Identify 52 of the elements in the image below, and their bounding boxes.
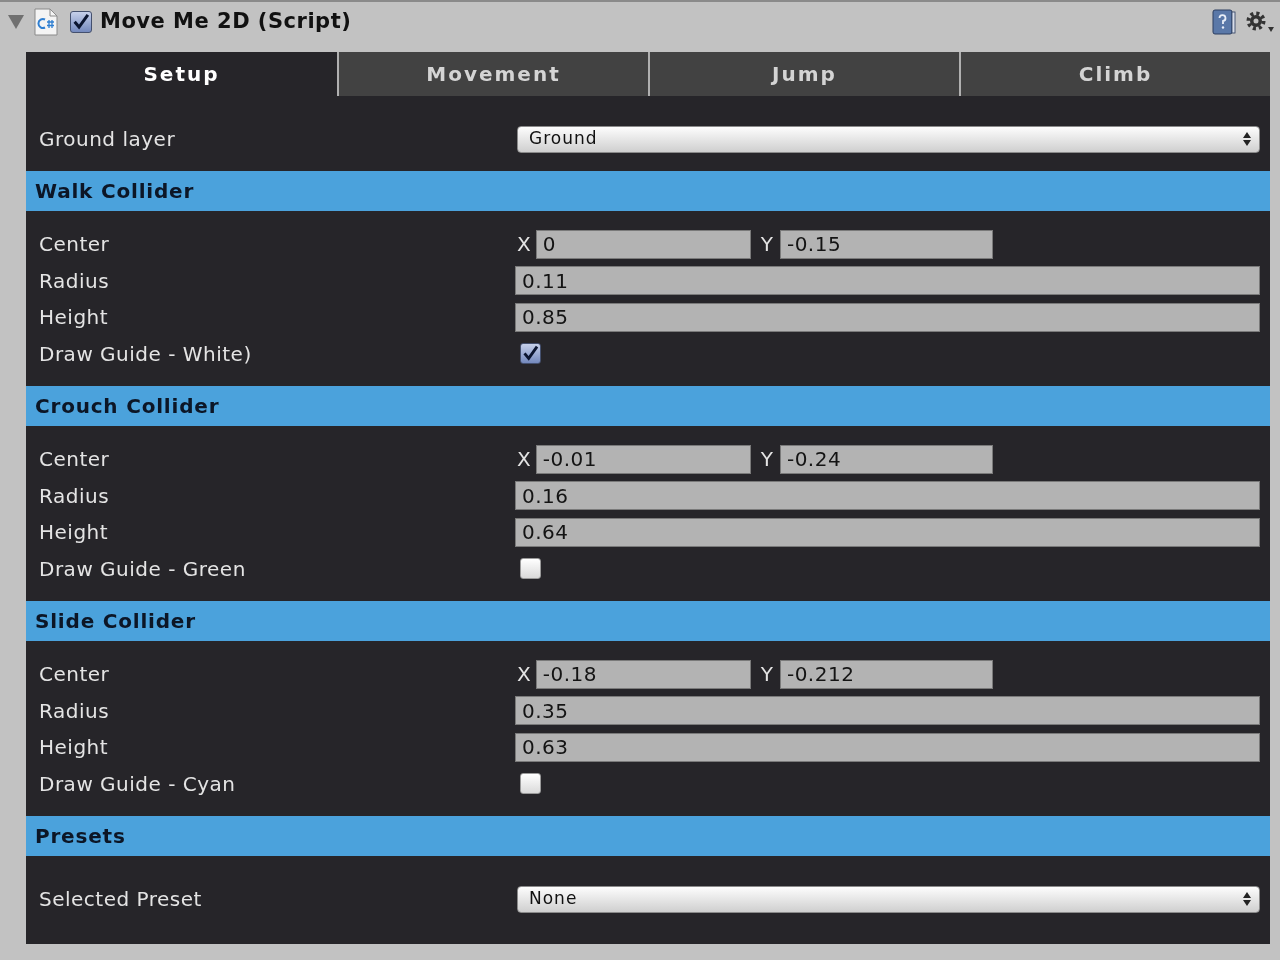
gear-icon[interactable]: [1246, 11, 1274, 33]
field-label: Height: [38, 734, 110, 762]
section-header: Walk Collider: [26, 171, 1270, 211]
number-field[interactable]: 0.63: [515, 732, 1260, 762]
field-label: Height: [38, 304, 110, 332]
axis-label: X: [517, 661, 531, 689]
field-label: Selected Preset: [38, 886, 203, 913]
number-field[interactable]: -0.212: [779, 659, 993, 689]
field-label: Radius: [38, 697, 111, 725]
section-header: Slide Collider: [26, 601, 1270, 641]
script-file-icon: [34, 8, 58, 36]
field-label: Center: [38, 231, 111, 259]
section-header: Presets: [26, 816, 1270, 856]
number-field[interactable]: 0.35: [515, 696, 1260, 726]
section-header: Crouch Collider: [26, 386, 1270, 426]
number-field[interactable]: -0.18: [535, 659, 751, 689]
tab[interactable]: Jump: [648, 52, 959, 96]
help-book-icon[interactable]: [1212, 9, 1236, 35]
field-label: Height: [38, 519, 110, 547]
axis-label: X: [517, 446, 531, 474]
number-field[interactable]: -0.15: [779, 229, 993, 259]
field-label: Draw Guide - White): [38, 340, 253, 368]
number-field[interactable]: 0.11: [515, 266, 1260, 296]
number-field[interactable]: 0: [535, 229, 751, 259]
field-label: Radius: [38, 482, 111, 510]
field-label: Center: [38, 446, 111, 474]
dropdown[interactable]: Ground: [517, 125, 1260, 153]
number-field[interactable]: 0.16: [515, 481, 1260, 511]
axis-label: X: [517, 231, 531, 259]
field-label: Draw Guide - Cyan: [38, 770, 237, 798]
number-field[interactable]: -0.01: [535, 444, 751, 474]
axis-label: Y: [760, 661, 773, 689]
axis-label: Y: [760, 231, 773, 259]
tab[interactable]: Movement: [337, 52, 648, 96]
checkbox[interactable]: [520, 558, 541, 580]
field-label: Radius: [38, 267, 111, 295]
tab[interactable]: Climb: [959, 52, 1270, 96]
foldout-triangle-icon[interactable]: [8, 15, 24, 29]
field-label: Draw Guide - Green: [38, 555, 247, 583]
number-field[interactable]: 0.64: [515, 517, 1260, 547]
axis-label: Y: [760, 446, 773, 474]
checkbox[interactable]: [520, 773, 541, 795]
field-label: Ground layer: [38, 126, 177, 153]
updown-arrows-icon: [1243, 132, 1251, 146]
checkbox[interactable]: [520, 343, 541, 365]
number-field[interactable]: -0.24: [779, 444, 993, 474]
component-title: Move Me 2D (Script): [100, 8, 352, 36]
dropdown[interactable]: None: [517, 885, 1260, 913]
checkbox[interactable]: [70, 11, 92, 33]
updown-arrows-icon: [1243, 892, 1251, 906]
number-field[interactable]: 0.85: [515, 302, 1260, 332]
field-label: Center: [38, 661, 111, 689]
